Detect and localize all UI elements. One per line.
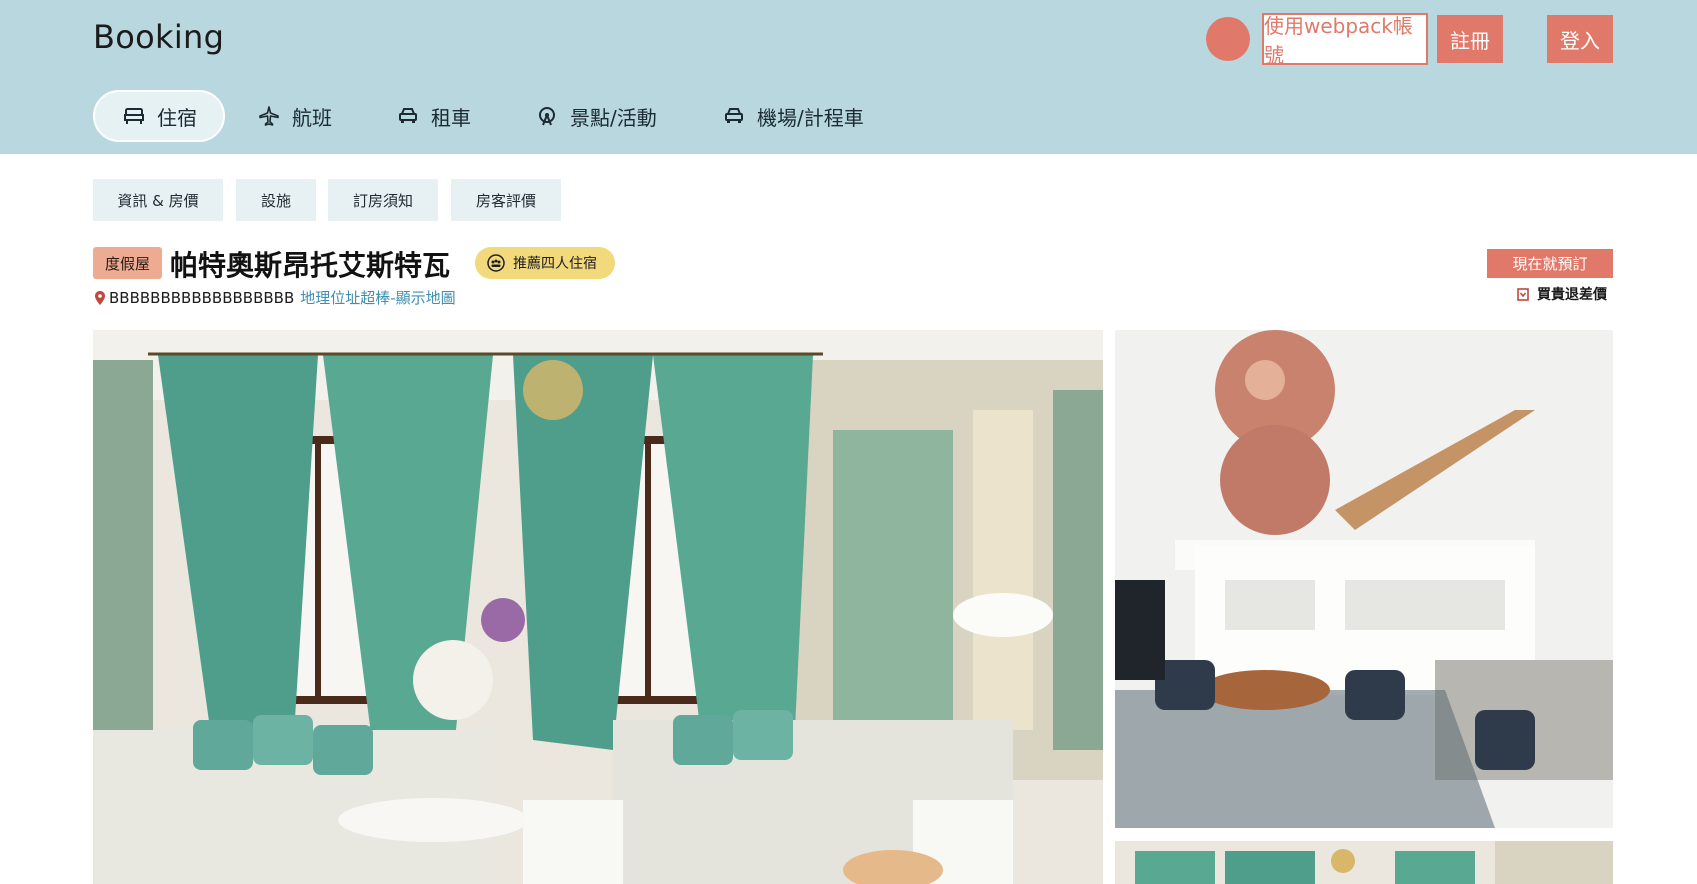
side-photo-1[interactable] — [1115, 330, 1613, 828]
group-icon — [487, 254, 505, 272]
bed-icon — [123, 105, 145, 127]
tab-airport-taxi[interactable]: 機場/計程車 — [723, 90, 864, 142]
tab-flights[interactable]: 航班 — [258, 90, 332, 142]
book-now-button[interactable]: 現在就預訂 — [1487, 249, 1613, 278]
address-text: BBBBBBBBBBBBBBBBBB — [109, 288, 295, 307]
recommend-badge-label: 推薦四人住宿 — [513, 256, 597, 272]
side-photo-2[interactable] — [1115, 841, 1613, 884]
taxi-icon — [723, 105, 745, 127]
main-photo[interactable] — [93, 330, 1103, 884]
login-button[interactable]: 登入 — [1547, 15, 1613, 63]
avatar[interactable] — [1206, 17, 1250, 61]
ferris-wheel-icon — [536, 105, 558, 127]
airplane-icon — [258, 105, 280, 127]
tab-label: 住宿 — [157, 105, 197, 130]
recommend-badge: 推薦四人住宿 — [475, 247, 615, 279]
top-header: Booking 使用webpack帳號 註冊 登入 住宿 航班 租車 景點/活動… — [0, 0, 1697, 154]
tab-label: 景點/活動 — [570, 105, 657, 130]
price-match-text: 買貴退差價 — [1537, 287, 1607, 303]
subtab-info-rates[interactable]: 資訊 & 房價 — [93, 179, 223, 221]
register-button[interactable]: 註冊 — [1437, 15, 1503, 63]
tab-label: 機場/計程車 — [757, 105, 864, 130]
price-match-label: 買貴退差價 — [1517, 284, 1607, 304]
subtab-facilities[interactable]: 設施 — [236, 179, 316, 221]
show-map-link[interactable]: 地理位址超棒-顯示地圖 — [300, 287, 455, 308]
webpack-login-button[interactable]: 使用webpack帳號 — [1262, 13, 1428, 67]
tab-label: 航班 — [292, 105, 332, 130]
site-logo[interactable]: Booking — [93, 18, 224, 56]
tab-label: 租車 — [431, 105, 471, 130]
property-address: BBBBBBBBBBBBBBBBBB 地理位址超棒-顯示地圖 — [95, 287, 456, 308]
subtab-reviews[interactable]: 房客評價 — [451, 179, 561, 221]
map-pin-icon — [95, 290, 105, 305]
property-title: 帕特奧斯昂托艾斯特瓦 — [170, 249, 451, 282]
price-tag-icon — [1517, 287, 1529, 301]
property-type-badge: 度假屋 — [93, 247, 163, 279]
tab-stays[interactable]: 住宿 — [93, 90, 225, 142]
tab-car-rental[interactable]: 租車 — [397, 90, 471, 142]
subtab-policies[interactable]: 訂房須知 — [328, 179, 438, 221]
car-icon — [397, 105, 419, 127]
tab-attractions[interactable]: 景點/活動 — [536, 90, 657, 142]
